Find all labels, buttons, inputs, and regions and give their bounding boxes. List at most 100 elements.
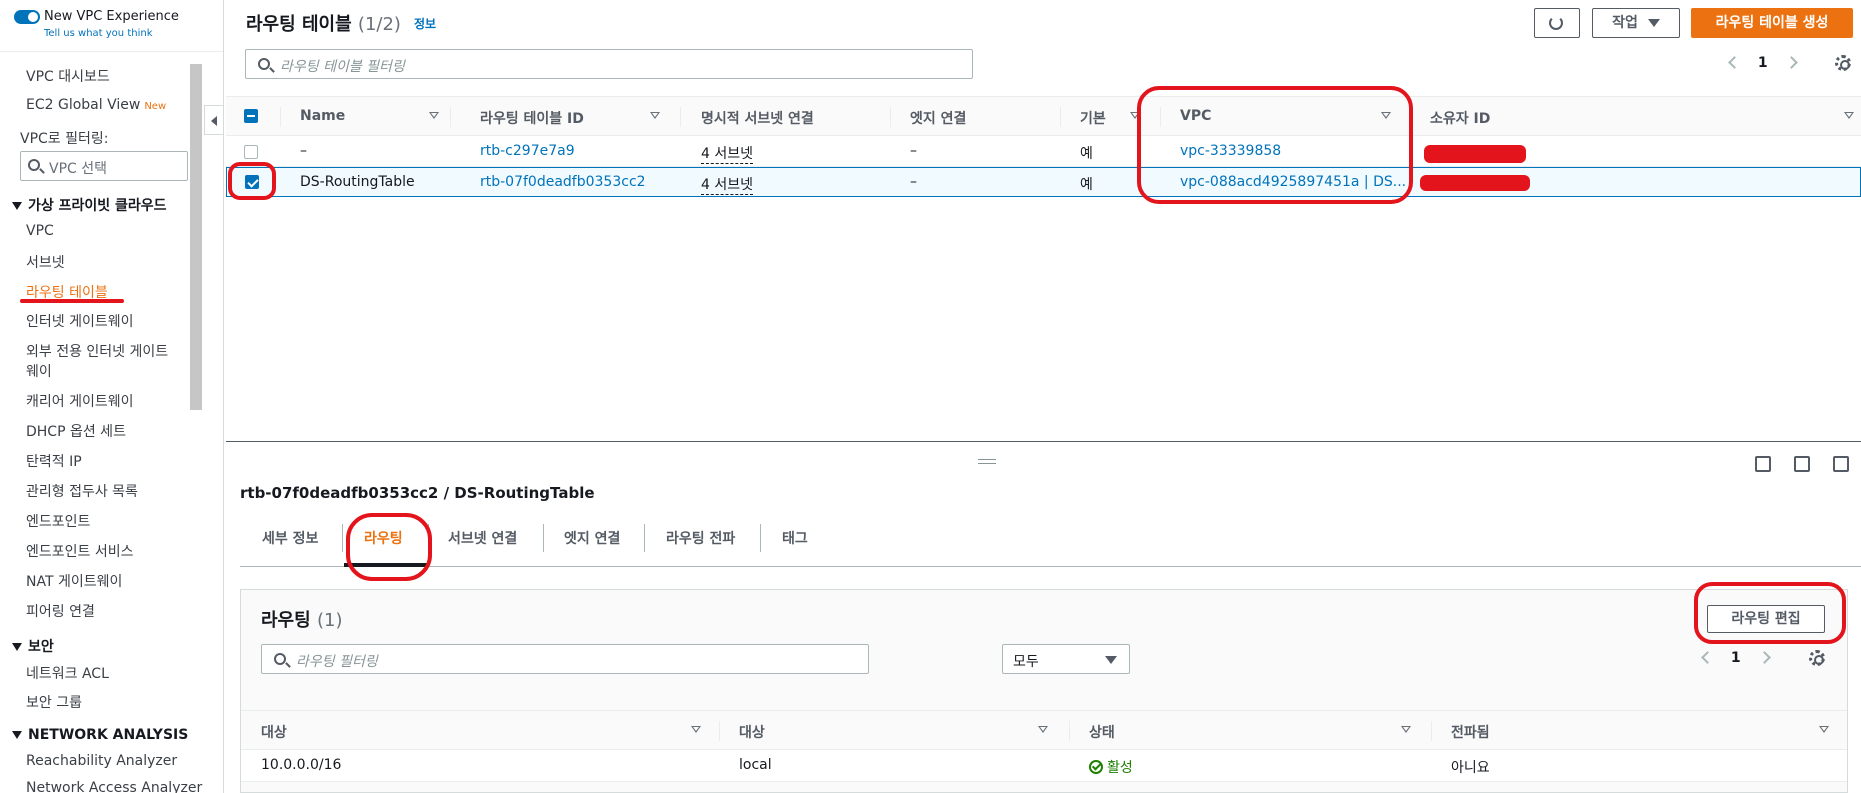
tab-tags[interactable]: 태그 — [782, 528, 808, 548]
resize-handle-icon[interactable] — [978, 459, 996, 464]
sidebar-item-dhcp-options[interactable]: DHCP 옵션 세트 — [26, 421, 126, 441]
sort-icon[interactable] — [1819, 726, 1829, 733]
refresh-button[interactable] — [1534, 8, 1580, 38]
column-divider — [280, 107, 281, 127]
routes-filter-input[interactable]: 라우팅 필터링 — [261, 644, 869, 674]
sort-icon[interactable] — [691, 726, 701, 733]
cell-subnets[interactable]: 4 서브넷 — [701, 143, 753, 164]
column-owner-id[interactable]: 소유자 ID — [1430, 108, 1490, 128]
tab-details[interactable]: 세부 정보 — [262, 528, 318, 548]
feedback-link[interactable]: Tell us what you think — [44, 28, 153, 39]
sidebar-item-internet-gateways[interactable]: 인터넷 게이트웨이 — [26, 311, 134, 331]
next-page-icon[interactable] — [1784, 56, 1798, 69]
panel-full-icon[interactable] — [1833, 456, 1849, 472]
cell-subnets[interactable]: 4 서브넷 — [701, 174, 753, 195]
column-target[interactable]: 대상 — [739, 722, 765, 742]
sidebar-item-ec2-global-view[interactable]: EC2 Global View New — [26, 97, 166, 113]
panel-bottom-icon[interactable] — [1755, 456, 1771, 472]
tab-edge-associations[interactable]: 엣지 연결 — [564, 528, 620, 548]
create-route-table-button[interactable]: 라우팅 테이블 생성 — [1691, 8, 1853, 38]
page-number[interactable]: 1 — [1731, 650, 1741, 666]
sidebar-item-security-groups[interactable]: 보안 그룹 — [26, 692, 82, 712]
routes-status-select[interactable]: 모두 — [1002, 644, 1130, 674]
sidebar-item-peering[interactable]: 피어링 연결 — [26, 601, 95, 621]
new-experience-toggle[interactable] — [14, 10, 40, 24]
column-edge-associations[interactable]: 엣지 연결 — [910, 108, 966, 128]
sidebar-item-vpc-dashboard[interactable]: VPC 대시보드 — [26, 66, 110, 86]
actions-button[interactable]: 작업 — [1592, 8, 1680, 38]
sidebar-item-endpoint-services[interactable]: 엔드포인트 서비스 — [26, 541, 134, 561]
column-divider — [1060, 107, 1061, 127]
cell-route-table-id[interactable]: rtb-c297e7a9 — [480, 143, 575, 159]
cell-name: DS-RoutingTable — [300, 174, 415, 190]
sidebar-item-network-access-analyzer[interactable]: Network Access Analyzer — [26, 780, 202, 793]
section-security[interactable]: 보안 — [12, 636, 54, 656]
sidebar-item-subnets[interactable]: 서브넷 — [26, 252, 65, 272]
cell-status: 활성 — [1089, 757, 1133, 777]
caret-down-icon — [1647, 19, 1660, 27]
new-experience-title: New VPC Experience — [44, 9, 179, 24]
tab-subnet-associations[interactable]: 서브넷 연결 — [448, 528, 517, 548]
sort-icon[interactable] — [1038, 726, 1048, 733]
sidebar-item-egress-only-gateways-cont[interactable]: 웨이 — [26, 361, 52, 381]
sidebar-item-network-acls[interactable]: 네트워크 ACL — [26, 663, 109, 683]
tab-divider — [760, 524, 761, 552]
sidebar-item-vpc[interactable]: VPC — [26, 223, 54, 239]
row-checkbox[interactable] — [244, 145, 258, 159]
table-row[interactable]: 10.0.0.0/16 local 활성 아니요 — [241, 750, 1847, 782]
page-number[interactable]: 1 — [1758, 55, 1768, 71]
routes-pagination: 1 — [1701, 650, 1771, 666]
route-table-filter-input[interactable]: 라우팅 테이블 필터링 — [245, 49, 973, 79]
tab-route-propagation[interactable]: 라우팅 전파 — [666, 528, 735, 548]
column-route-table-id[interactable]: 라우팅 테이블 ID — [480, 108, 584, 128]
column-subnet-associations[interactable]: 명시적 서브넷 연결 — [701, 108, 814, 128]
section-network-analysis-label: NETWORK ANALYSIS — [28, 727, 189, 743]
sidebar-item-reachability-analyzer[interactable]: Reachability Analyzer — [26, 753, 177, 769]
select-all-checkbox[interactable] — [244, 109, 258, 123]
column-divider — [1069, 721, 1070, 741]
sidebar-item-egress-only-gateways[interactable]: 외부 전용 인터넷 게이트 — [26, 341, 168, 361]
caret-down-icon — [12, 202, 22, 210]
sort-icon[interactable] — [429, 112, 439, 119]
split-panel-divider[interactable] — [226, 441, 1861, 442]
column-divider — [450, 107, 451, 127]
sidebar-item-carrier-gateways[interactable]: 캐리어 게이트웨이 — [26, 391, 134, 411]
sidebar-scrollbar[interactable] — [190, 64, 202, 410]
annotation-routes-tab-circle — [346, 513, 432, 581]
sidebar-item-endpoints[interactable]: 엔드포인트 — [26, 511, 90, 531]
table-row[interactable]: – rtb-c297e7a9 4 서브넷 – 예 vpc-33339858 — [226, 137, 1861, 167]
section-vpc[interactable]: 가상 프라이빗 클라우드 — [12, 195, 167, 215]
prev-page-icon[interactable] — [1701, 651, 1714, 664]
actions-label: 작업 — [1612, 15, 1638, 31]
column-divider — [890, 107, 891, 127]
sort-icon[interactable] — [1401, 726, 1411, 733]
info-link[interactable]: 정보 — [414, 15, 436, 32]
section-network-analysis[interactable]: NETWORK ANALYSIS — [12, 727, 188, 743]
sidebar-item-nat-gateways[interactable]: NAT 게이트웨이 — [26, 571, 122, 591]
sidebar-item-elastic-ips[interactable]: 탄력적 IP — [26, 451, 82, 471]
cell-destination: 10.0.0.0/16 — [261, 757, 342, 773]
sort-icon[interactable] — [1844, 112, 1854, 119]
prev-page-icon[interactable] — [1728, 56, 1741, 69]
cell-route-table-id[interactable]: rtb-07f0deadfb0353cc2 — [480, 174, 646, 190]
vpc-filter-select[interactable]: VPC 선택 — [20, 151, 188, 181]
panel-side-icon[interactable] — [1794, 456, 1810, 472]
next-page-icon[interactable] — [1757, 651, 1771, 664]
gear-icon[interactable] — [1835, 55, 1851, 71]
gear-icon[interactable] — [1809, 650, 1825, 666]
cell-propagated: 아니요 — [1451, 760, 1490, 776]
column-divider — [1431, 721, 1432, 741]
column-propagated[interactable]: 전파됨 — [1451, 722, 1490, 742]
table-row[interactable]: DS-RoutingTable rtb-07f0deadfb0353cc2 4 … — [226, 167, 1861, 197]
sort-icon[interactable] — [650, 112, 660, 119]
route-table-filter-placeholder: 라우팅 테이블 필터링 — [280, 59, 405, 75]
annotation-edit-button-box — [1694, 582, 1846, 644]
column-destination[interactable]: 대상 — [261, 722, 287, 742]
column-status[interactable]: 상태 — [1089, 722, 1115, 742]
column-main[interactable]: 기본 — [1080, 108, 1106, 128]
column-name[interactable]: Name — [300, 108, 345, 124]
vpc-filter-label: VPC로 필터링: — [20, 131, 109, 147]
sidebar-collapse-button[interactable] — [204, 105, 224, 135]
sidebar-item-prefix-lists[interactable]: 관리형 접두사 목록 — [26, 481, 138, 501]
section-security-label: 보안 — [28, 639, 54, 655]
